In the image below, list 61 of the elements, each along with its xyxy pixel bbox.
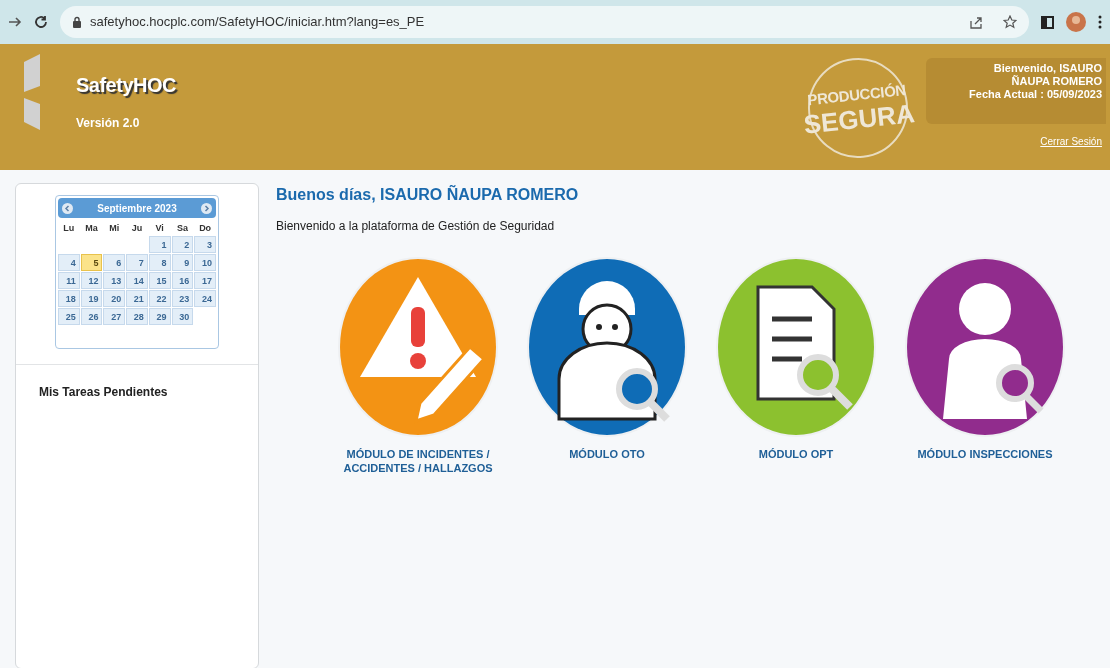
day-cell[interactable]: 2 xyxy=(171,236,194,253)
day-cell[interactable]: 9 xyxy=(171,254,194,271)
weekday-label: Do xyxy=(198,222,213,235)
day-cell[interactable]: 16 xyxy=(171,272,194,289)
day-cell[interactable]: 6 xyxy=(103,254,126,271)
module-link[interactable]: MÓDULO INSPECCIONES xyxy=(905,447,1065,461)
day-cell[interactable]: 20 xyxy=(103,290,126,307)
day-cell[interactable]: 12 xyxy=(80,272,103,289)
logo-icon xyxy=(24,54,40,130)
reload-icon[interactable] xyxy=(34,15,48,29)
star-icon[interactable] xyxy=(1003,15,1017,29)
weekday-label: Mi xyxy=(108,222,121,235)
day-cell[interactable]: 4 xyxy=(58,254,80,271)
day-cell[interactable]: 11 xyxy=(58,272,80,289)
day-cell[interactable]: 14 xyxy=(126,272,148,289)
date-text: Fecha Actual : 05/09/2023 xyxy=(969,88,1102,101)
previous-month-icon[interactable] xyxy=(62,202,73,214)
back-icon[interactable] xyxy=(8,15,22,29)
day-cell[interactable]: 24 xyxy=(194,290,216,307)
welcome-text: Bienvenido, ISAURO ÑAUPA ROMERO xyxy=(992,62,1102,88)
day-cell[interactable]: 19 xyxy=(80,290,103,307)
sidebar-icon[interactable] xyxy=(1041,15,1054,29)
avatar-icon[interactable] xyxy=(1066,12,1086,32)
day-cell[interactable]: 17 xyxy=(194,272,216,289)
module-link[interactable]: MÓDULO OPT xyxy=(716,447,876,461)
day-cell[interactable]: 8 xyxy=(148,254,171,271)
module-link[interactable]: MÓDULO OTO xyxy=(527,447,687,461)
next-month-icon[interactable] xyxy=(201,202,212,214)
address-bar[interactable]: safetyhoc.hocplc.com/SafetyHOC/iniciar.htm?lang=es_PE xyxy=(60,6,1029,38)
share-icon[interactable] xyxy=(969,15,983,29)
day-cell[interactable]: 29 xyxy=(148,308,171,325)
day-cell[interactable]: 28 xyxy=(126,308,148,325)
day-cell[interactable]: 3 xyxy=(194,236,216,253)
day-cell[interactable]: 7 xyxy=(126,254,148,271)
day-cell[interactable]: 1 xyxy=(148,236,171,253)
day-cell[interactable]: 10 xyxy=(194,254,216,271)
day-cell[interactable]: 13 xyxy=(103,272,126,289)
day-cell[interactable]: 25 xyxy=(58,308,80,325)
day-cell[interactable]: 26 xyxy=(80,308,103,325)
day-cell[interactable]: 30 xyxy=(171,308,194,325)
weekday-label: Vi xyxy=(154,222,165,235)
version-text: Versión 2.0 xyxy=(76,115,141,132)
day-cell[interactable]: 27 xyxy=(103,308,126,325)
lock-icon xyxy=(72,16,82,28)
welcome-subtitle: Bienvenido a la plataforma de Gestión de Seguridad xyxy=(276,218,555,235)
day-cell[interactable]: 21 xyxy=(126,290,148,307)
weekday-label: Lu xyxy=(62,222,76,235)
app-title: SafetyHOC xyxy=(76,73,176,98)
day-cell[interactable]: 22 xyxy=(148,290,171,307)
weekday-label: Ma xyxy=(84,222,99,235)
weekday-label: Ju xyxy=(130,222,144,235)
month-title: Septiembre 2023 xyxy=(97,201,177,216)
weekday-label: Sa xyxy=(175,222,189,235)
day-cell[interactable]: 15 xyxy=(148,272,171,289)
day-cell[interactable]: 18 xyxy=(58,290,80,307)
day-cell[interactable]: 23 xyxy=(171,290,194,307)
module-link[interactable]: MÓDULO DE INCIDENTES / ACCIDENTES / HALLAZGOS xyxy=(338,447,498,475)
greeting-title: Buenos días, ISAURO ÑAUPA ROMERO xyxy=(276,184,579,205)
menu-icon[interactable] xyxy=(1098,15,1102,29)
day-cell[interactable]: 5 xyxy=(80,254,103,271)
tasks-title: Mis Tareas Pendientes xyxy=(39,384,168,401)
